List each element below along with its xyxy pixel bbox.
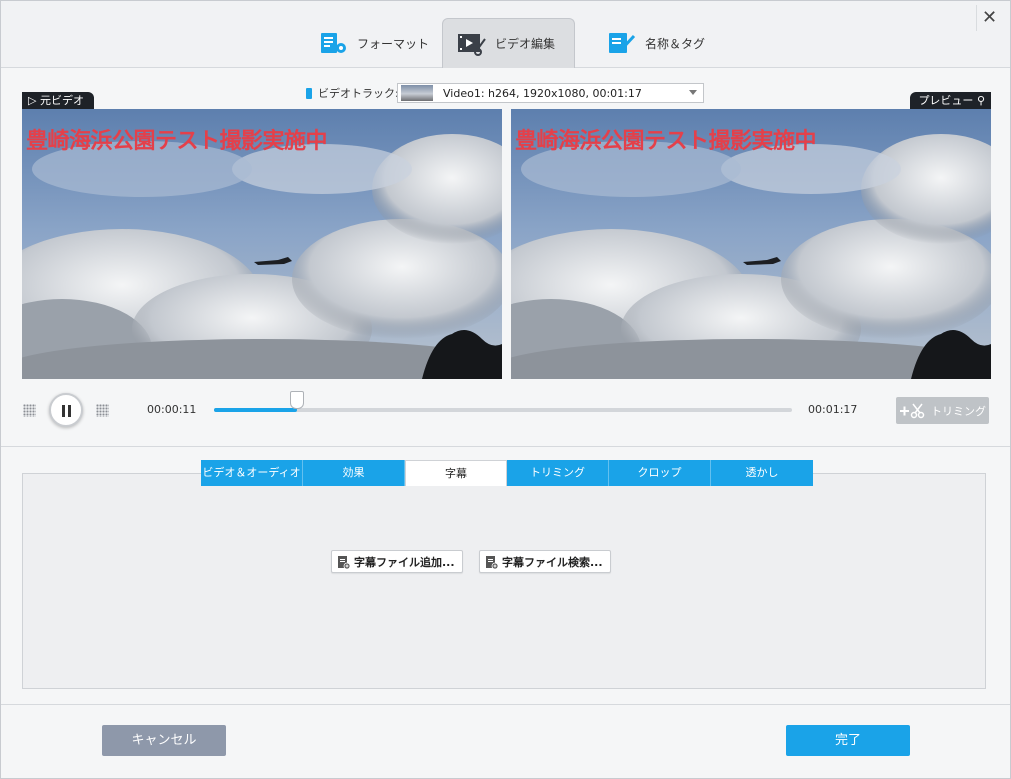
tab-video-edit[interactable]: ビデオ編集 <box>442 18 575 68</box>
edit-tab-watermark[interactable]: 透かし <box>711 460 813 486</box>
add-scissors-icon <box>900 403 925 418</box>
add-subtitle-file-label: 字幕ファイル追加... <box>354 555 455 569</box>
video-track-value: Video1: h264, 1920x1080, 00:01:17 <box>443 86 642 100</box>
grip-dots-icon-right <box>96 404 109 417</box>
video-track-row: ビデオトラック: <box>306 83 399 103</box>
current-time: 00:00:11 <box>147 403 197 416</box>
source-label-text: 元ビデオ <box>39 94 84 107</box>
add-subtitle-file-button[interactable]: 字幕ファイル追加... <box>331 550 463 573</box>
video-track-label: ビデオトラック: <box>318 87 399 100</box>
magnifier-icon: ⚲ <box>976 94 985 107</box>
video-edit-dialog: フォーマット ビデオ編集 名称＆タグ ✕ ビデオトラック: Video1: h2… <box>0 0 1011 779</box>
playback-progress-fill <box>214 408 297 412</box>
track-thumbnail <box>401 85 433 101</box>
subtitle-edit-panel <box>22 473 986 689</box>
search-subtitle-file-label: 字幕ファイル検索... <box>502 555 603 569</box>
video-track-select[interactable]: Video1: h264, 1920x1080, 00:01:17 <box>397 83 704 103</box>
grip-dots-icon <box>23 404 36 417</box>
preview-video-frame: 豊崎海浜公園テスト撮影実施中 <box>511 109 991 379</box>
video-track-icon <box>306 87 312 99</box>
source-video-label: ▷ 元ビデオ <box>22 92 94 109</box>
edit-tabs: ビデオ＆オーディオ 効果 字幕 トリミング クロップ 透かし <box>201 460 813 486</box>
playback-slider[interactable] <box>214 408 792 412</box>
done-button[interactable]: 完了 <box>786 725 910 756</box>
subtitle-overlay-text: 豊崎海浜公園テスト撮影実施中 <box>26 129 328 154</box>
preview-label[interactable]: プレビュー ⚲ <box>910 92 991 109</box>
close-button[interactable]: ✕ <box>976 5 1002 31</box>
search-subtitle-file-button[interactable]: 字幕ファイル検索... <box>479 550 611 573</box>
dropdown-arrow-icon <box>689 90 697 95</box>
tab-name-tag-label: 名称＆タグ <box>645 36 706 51</box>
edit-tab-crop[interactable]: クロップ <box>609 460 711 486</box>
edit-tab-video-audio[interactable]: ビデオ＆オーディオ <box>201 460 303 486</box>
tab-name-tag[interactable]: 名称＆タグ <box>593 18 719 68</box>
tab-video-edit-label: ビデオ編集 <box>495 37 556 51</box>
pause-button[interactable] <box>49 393 83 427</box>
edit-tab-effects[interactable]: 効果 <box>303 460 405 486</box>
tab-format[interactable]: フォーマット <box>305 18 443 68</box>
tab-format-label: フォーマット <box>357 36 430 51</box>
trim-button[interactable]: トリミング <box>896 397 989 424</box>
search-file-icon <box>486 555 498 569</box>
trim-button-label: トリミング <box>931 404 986 418</box>
add-file-icon <box>338 555 350 569</box>
format-settings-icon <box>321 33 346 53</box>
play-triangle-icon: ▷ <box>28 94 37 107</box>
section-divider <box>1 446 1010 447</box>
edit-tab-subtitles[interactable]: 字幕 <box>405 460 507 486</box>
cancel-button[interactable]: キャンセル <box>102 725 226 756</box>
video-edit-icon <box>458 33 486 56</box>
playback-slider-thumb[interactable] <box>290 391 304 409</box>
edit-tab-trimming[interactable]: トリミング <box>507 460 609 486</box>
subtitle-overlay-text-preview: 豊崎海浜公園テスト撮影実施中 <box>515 129 817 154</box>
close-icon: ✕ <box>981 7 998 28</box>
name-tag-icon <box>609 33 636 53</box>
top-tab-bar: フォーマット ビデオ編集 名称＆タグ ✕ <box>1 1 1010 68</box>
footer-divider <box>1 704 1010 705</box>
source-video-frame: 豊崎海浜公園テスト撮影実施中 <box>22 109 502 379</box>
total-time: 00:01:17 <box>808 403 858 416</box>
preview-label-text: プレビュー <box>918 94 974 107</box>
